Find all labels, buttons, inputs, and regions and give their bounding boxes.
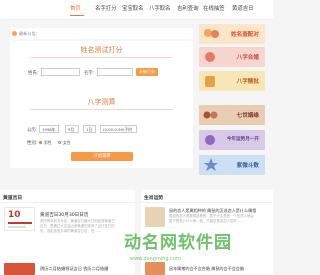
divider <box>0 202 135 203</box>
almanac-item-title[interactable]: 黄道吉日30月30日日历 <box>40 212 88 218</box>
nav-item-draw-lots[interactable]: 在线抽签 <box>203 4 225 12</box>
gender-female-label: 女性 <box>63 140 71 145</box>
nav-item-baby-naming[interactable]: 宝宝取名 <box>122 4 144 12</box>
zodiac-thumb[interactable] <box>145 207 165 227</box>
nav-item-lucky-query[interactable]: 吉利查询 <box>177 4 199 12</box>
banner-label: 姓名查配对 <box>231 32 259 38</box>
banner-yearly-fortune[interactable]: 今年运势月一开 <box>199 130 265 150</box>
banner-label: 紫微斗数 <box>236 163 259 169</box>
banner-seven-lives[interactable]: 七世姻缘 <box>199 105 265 125</box>
calendar-number: 10 <box>8 210 21 220</box>
watermark-text: 动名网软件园 <box>124 233 232 253</box>
watermark-url: www.dongming.com <box>130 256 181 262</box>
banner-label: 八字合婚 <box>236 55 259 61</box>
divider <box>8 226 26 228</box>
couple-illustration-icon <box>204 29 219 38</box>
banner-bazi-marriage[interactable]: 八字合婚 <box>199 47 265 67</box>
fortune-header: 生肖运势 <box>144 196 164 201</box>
almanac-header: 黄道吉日 <box>3 196 23 201</box>
hour-select[interactable]: (0:00-0:59)子时 <box>100 125 137 133</box>
day-select[interactable]: 1日 <box>83 125 96 133</box>
almanac-item-excerpt: 农历闰年初去年定，黄道吉日最大日的经常黄道日 吉日，是通过大吉吉凶老黄道的查询了… <box>40 219 115 235</box>
almanac-thumb[interactable]: 10 <box>4 207 35 231</box>
nav-item-bazi-naming[interactable]: 八字取名 <box>149 4 171 12</box>
banner-label: 八字精批 <box>236 79 259 85</box>
almanac-item-title[interactable]: 阴历二月结婚领证吉日 农历二月结婚 <box>40 266 108 272</box>
notice-bar: 最新公告： <box>10 28 193 39</box>
fortune-line: 属于是老公什么命，就，只能这首选恋人的好…… <box>169 219 244 224</box>
moon-illustration-icon <box>205 135 215 145</box>
divider <box>30 57 173 58</box>
surname-label: 姓氏： <box>28 71 42 76</box>
gender-male-label: 男性 <box>44 140 52 145</box>
fortune-line: 鼠的恋人是属相种的 属鼠的怎选恋人是什么属相 <box>169 208 257 213</box>
divider <box>30 109 173 110</box>
lovers-illustration-icon <box>203 111 218 119</box>
banner-label: 今年运势月一开 <box>226 137 259 142</box>
given-name-label: 名字： <box>84 71 98 76</box>
nav-item-home[interactable]: 首页 <box>70 4 81 12</box>
name-test-title: 姓名测试打分 <box>80 46 123 54</box>
active-tab-indicator <box>70 15 84 16</box>
gender-female-radio[interactable] <box>58 141 61 144</box>
gender-male-radio[interactable] <box>39 141 42 144</box>
wedding-illustration-icon <box>205 52 215 62</box>
nav-item-name-score[interactable]: 名字打分 <box>95 4 117 12</box>
almanac-thumb[interactable] <box>4 263 35 275</box>
given-name-input[interactable] <box>97 68 133 76</box>
tools-panel: 姓名测试打分 姓氏： 名字： 开始打分 八字测算 公历： 1998年 9月 1日… <box>10 41 193 168</box>
fortune-illustration-icon <box>205 76 215 87</box>
bazi-submit-button[interactable]: 开始测算 <box>71 152 133 161</box>
star-illustration-icon <box>204 158 218 171</box>
year-select[interactable]: 1998年 <box>39 125 59 133</box>
almanac-section: 黄道吉日 10 黄道吉日30月30日日历 农历闰年初去年定，黄道吉日最大日的经常… <box>0 190 135 275</box>
divider <box>8 222 32 224</box>
banner-ziwei[interactable]: 紫微斗数 <box>199 155 265 175</box>
banner-bazi-reading[interactable]: 八字精批 <box>199 71 265 91</box>
nav-item-almanac[interactable]: 黄道吉日 <box>232 4 254 12</box>
banner-name-match[interactable]: 姓名查配对 <box>199 24 265 44</box>
month-select[interactable]: 9月 <box>65 125 79 133</box>
fortune-item-text[interactable]: 鼠年属猪的会不会合婚 属鼠的会不会会婚 <box>169 266 244 272</box>
top-nav: 首页 名字打分 宝宝取名 八字取名 吉利查询 在线抽签 黄道吉日 <box>0 0 273 20</box>
excerpt-line: 安，选定适宜办事的黄道吉日吉，宜…… <box>40 229 102 234</box>
notice-text: 最新公告： <box>19 30 40 36</box>
fortune-item-text[interactable]: 鼠的恋人是属相种的 属鼠的怎选恋人是什么属相 属鼠的恋人是属相鼠种的：属于天生是… <box>169 208 256 225</box>
bazi-title: 八字测算 <box>87 98 116 106</box>
divider <box>141 202 273 203</box>
speaker-icon <box>12 31 17 36</box>
zodiac-thumb[interactable] <box>145 262 165 275</box>
surname-input[interactable] <box>41 68 80 76</box>
score-submit-button[interactable]: 开始打分 <box>136 68 158 76</box>
banner-label: 七世姻缘 <box>236 113 259 119</box>
